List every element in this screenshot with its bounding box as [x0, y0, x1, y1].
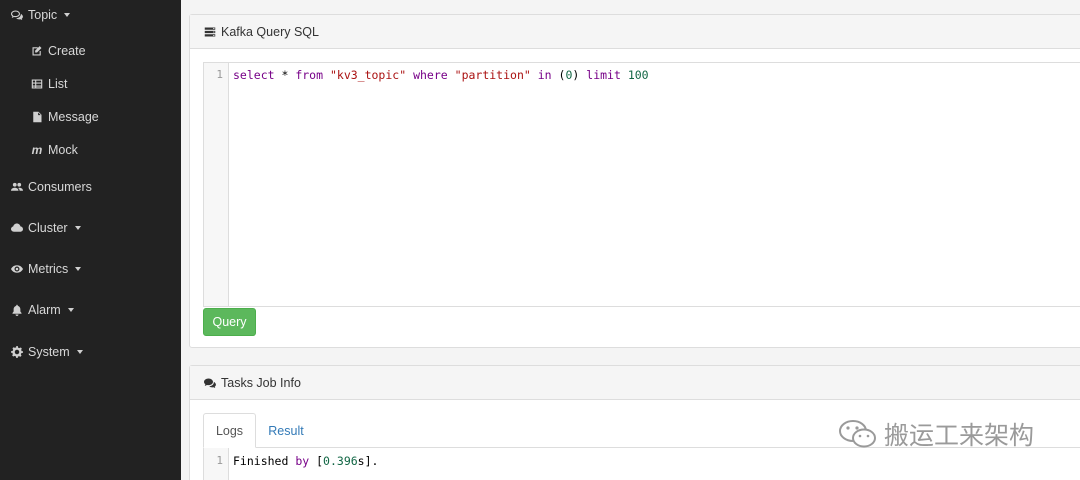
file-text-icon [30, 110, 44, 124]
log-token: s]. [357, 454, 379, 468]
log-token: Finished [233, 454, 289, 468]
log-token: 0.396 [323, 454, 358, 468]
eye-icon [10, 262, 24, 276]
sql-token: from [295, 68, 324, 82]
line-number: 1 [216, 454, 223, 467]
sql-token: where [413, 68, 448, 82]
edit-icon [30, 44, 44, 58]
sidebar-label-list: List [48, 77, 68, 91]
watermark-text: 搬运工来架构 [884, 422, 1035, 450]
mock-m-icon: m [31, 143, 43, 157]
sql-token: select [233, 68, 275, 82]
tab-result[interactable]: Result [258, 413, 314, 448]
tab-logs[interactable]: Logs [203, 413, 256, 448]
caret-down-icon [64, 13, 71, 17]
log-line: Finished by [0.396s]. [233, 454, 378, 468]
sidebar: Topic Create List Message m Mock Consume… [0, 0, 181, 480]
log-gutter: 1 [204, 448, 229, 480]
comments-icon [204, 378, 216, 388]
sql-token: in [537, 68, 552, 82]
query-panel: Kafka Query SQL 1 select * from "kv3_top… [189, 14, 1080, 348]
tasks-panel-title: Tasks Job Info [221, 375, 301, 390]
sidebar-label-cluster: Cluster [28, 221, 68, 235]
sql-token: "partition" [454, 68, 531, 82]
sidebar-item-list[interactable]: List [0, 69, 181, 99]
sidebar-label-metrics: Metrics [28, 262, 69, 276]
caret-down-icon [67, 308, 74, 312]
cloud-icon [10, 221, 24, 235]
sql-editor[interactable]: 1 select * from "kv3_topic" where "parti… [203, 62, 1080, 307]
sidebar-item-alarm[interactable]: Alarm [0, 295, 181, 325]
sidebar-item-cluster[interactable]: Cluster [0, 213, 181, 243]
gear-icon [10, 345, 24, 359]
sql-editor-gutter: 1 [204, 63, 229, 306]
sidebar-label-mock: Mock [48, 143, 78, 157]
sidebar-item-system[interactable]: System [0, 337, 181, 367]
sidebar-label-alarm: Alarm [28, 303, 61, 317]
tasks-icon [204, 27, 216, 36]
sql-token: limit [586, 68, 621, 82]
comments-icon [10, 8, 24, 22]
sidebar-item-metrics[interactable]: Metrics [0, 254, 181, 284]
sidebar-label-topic: Topic [28, 8, 58, 22]
log-token: by [295, 454, 310, 468]
caret-down-icon [74, 226, 81, 230]
sql-token: ) [572, 68, 587, 82]
watermark: 搬运工来架构 [838, 416, 1034, 452]
users-icon [10, 180, 24, 194]
caret-down-icon [76, 350, 83, 354]
sql-token: 100 [627, 68, 649, 82]
wechat-icon [839, 420, 876, 448]
query-panel-title: Kafka Query SQL [221, 24, 319, 39]
sql-token: "kv3_topic" [329, 68, 407, 82]
sidebar-item-topic[interactable]: Topic [0, 0, 181, 30]
sidebar-label-system: System [28, 345, 70, 359]
line-number: 1 [216, 68, 223, 81]
sql-token: * [274, 68, 296, 82]
sidebar-label-consumers: Consumers [28, 180, 92, 194]
table-icon [30, 77, 44, 91]
tasks-panel-header: Tasks Job Info [190, 366, 1080, 400]
log-token: [ [309, 454, 324, 468]
caret-down-icon [75, 267, 82, 271]
sidebar-label-message: Message [48, 110, 99, 124]
sidebar-label-create: Create [48, 44, 86, 58]
sidebar-item-consumers[interactable]: Consumers [0, 172, 181, 202]
sql-code-line[interactable]: select * from "kv3_topic" where "partiti… [233, 68, 649, 82]
query-panel-header: Kafka Query SQL [190, 15, 1080, 49]
query-button[interactable]: Query [203, 308, 256, 336]
sql-token: ( [551, 68, 566, 82]
bell-icon [10, 303, 24, 317]
sidebar-item-create[interactable]: Create [0, 36, 181, 66]
sidebar-item-mock[interactable]: m Mock [0, 135, 181, 165]
log-viewer[interactable]: 1 Finished by [0.396s]. [203, 448, 1080, 480]
sidebar-item-message[interactable]: Message [0, 102, 181, 132]
